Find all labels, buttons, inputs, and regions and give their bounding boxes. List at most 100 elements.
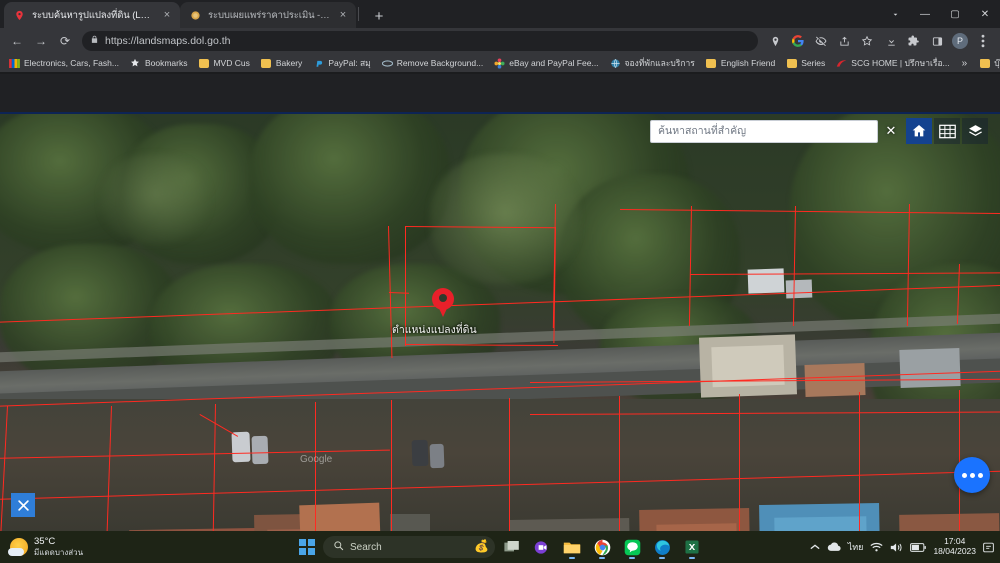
tab-title: ระบบเผยแพร่ราคาประเมิน - กรมธนารักษ์ [208,9,330,21]
omnibox-actions [764,30,878,52]
maximize-button[interactable]: ▢ [940,0,970,28]
bookmarks-overflow-button[interactable]: » [956,58,974,69]
bookmark-item[interactable]: Remove Background... [377,55,488,71]
bookmark-item[interactable]: SCG HOME | ปรึกษาเรื่อ... [831,55,954,71]
share-icon[interactable] [833,30,855,52]
bookmark-item[interactable]: eBay and PayPal Fee... [489,55,603,71]
other-bookmarks-folder[interactable]: บุ๊กมาร์กอื่นๆ [974,55,1000,71]
edge-icon[interactable] [649,535,675,559]
lock-icon [90,35,99,47]
location-pin-icon[interactable] [764,30,786,52]
battery-icon[interactable] [910,542,927,552]
eye-off-icon[interactable] [810,30,832,52]
ime-language-indicator[interactable]: ไทย [848,540,864,554]
bookmark-item[interactable]: จองที่พักและบริการ [605,55,700,71]
bookmark-item[interactable]: Bakery [256,55,307,71]
browser-toolbar: ← → ⟳ https://landsmaps.dol.go.th P [0,28,1000,54]
google-icon[interactable] [787,30,809,52]
bookmark-star-icon[interactable] [856,30,878,52]
notification-icon[interactable] [983,542,994,553]
three-dot-menu-icon[interactable] [972,30,994,52]
more-options-fab[interactable] [954,457,990,493]
show-hidden-icons-chevron-icon[interactable] [810,543,820,551]
map-canvas[interactable]: ตำแหน่งแปลงที่ดิน Google ✕ [0,114,1000,531]
land-parcel-marker[interactable] [432,288,454,318]
close-window-button[interactable]: ✕ [970,0,1000,28]
tab-strip: ระบบค้นหารูปแปลงที่ดิน (LandsMaps) × ระบ… [0,0,1000,28]
system-tray: ไทย 17:04 18/04/2023 [810,536,994,557]
map-search-clear-icon[interactable]: ✕ [878,120,904,143]
bookmark-item[interactable]: Bookmarks [125,55,193,71]
marker-label: ตำแหน่งแปลงที่ดิน [392,324,477,336]
tab-close-icon[interactable]: × [160,8,174,22]
forward-icon[interactable]: → [30,30,52,52]
folder-icon [198,58,209,69]
extensions-icon[interactable] [903,30,925,52]
measure-tool-button[interactable] [11,493,35,517]
browser-chrome: ระบบค้นหารูปแปลงที่ดิน (LandsMaps) × ระบ… [0,0,1000,112]
taskbar-center: Search 💰 [295,535,705,559]
clock-date: 18/04/2023 [933,546,976,556]
wifi-icon[interactable] [870,542,884,552]
browser-menu-chevron-icon[interactable] [880,0,910,28]
taskbar-clock[interactable]: 17:04 18/04/2023 [933,536,976,557]
globe-icon [610,58,621,69]
windows-start-icon[interactable] [295,535,319,559]
bookmark-label: SCG HOME | ปรึกษาเรื่อ... [851,58,950,68]
task-view-icon[interactable] [499,535,525,559]
bookmark-item[interactable]: PayPal: สมุ [308,55,375,71]
line-icon[interactable] [619,535,645,559]
volume-icon[interactable] [890,542,903,553]
browser-tab-2[interactable]: ระบบเผยแพร่ราคาประเมิน - กรมธนารักษ์ × [180,2,356,28]
map-pin-icon [13,9,26,22]
download-icon[interactable] [880,30,902,52]
more-options-icon [969,472,975,478]
money-sticker-icon: 💰 [474,539,489,553]
bookmark-label: Remove Background... [396,58,484,68]
browser-tab-1[interactable]: ระบบค้นหารูปแปลงที่ดิน (LandsMaps) × [4,2,180,28]
tab-separator [358,7,359,21]
coin-icon [189,9,202,22]
chrome-icon[interactable] [589,535,615,559]
home-icon[interactable] [906,118,932,144]
excel-icon[interactable] [679,535,705,559]
tab-title: ระบบค้นหารูปแปลงที่ดิน (LandsMaps) [32,9,154,21]
taskbar-search-placeholder: Search [350,541,382,553]
flower-icon [494,57,505,69]
weather-temperature: 35°C [34,535,56,547]
bookmark-item[interactable]: English Friend [701,55,780,71]
address-bar-url: https://landsmaps.dol.go.th [105,35,231,47]
minimize-button[interactable]: — [910,0,940,28]
back-icon[interactable]: ← [6,30,28,52]
profile-avatar[interactable]: P [949,30,971,52]
bookmark-item[interactable]: Electronics, Cars, Fash... [4,55,124,71]
address-bar[interactable]: https://landsmaps.dol.go.th [82,31,758,51]
reload-icon[interactable]: ⟳ [54,30,76,52]
cloud-icon[interactable] [827,542,841,552]
toolbar-actions: P [880,30,994,52]
screen: ระบบค้นหารูปแปลงที่ดิน (LandsMaps) × ระบ… [0,0,1000,563]
chrome-divider [0,72,1000,74]
bookmark-item[interactable]: Series [781,55,830,71]
meet-camera-icon[interactable] [529,535,555,559]
star-icon [130,58,141,69]
bookmark-item[interactable]: MVD Cus [193,55,254,71]
grid-icon[interactable] [934,118,960,144]
map-search-input[interactable] [650,119,878,143]
more-options-icon [961,472,967,478]
paypal-icon [313,58,324,69]
tab-close-icon[interactable]: × [336,8,350,22]
window-controls: — ▢ ✕ [880,0,1000,28]
folder-icon [786,58,797,69]
new-tab-button[interactable]: + [366,4,392,28]
bookmark-label: PayPal: สมุ [328,58,371,68]
taskbar-search[interactable]: Search 💰 [323,536,495,558]
layers-icon[interactable] [962,118,988,144]
side-panel-icon[interactable] [926,30,948,52]
file-explorer-icon[interactable] [559,535,585,559]
bookmark-label: eBay and PayPal Fee... [509,58,599,68]
profile-initial: P [952,33,968,49]
other-bookmarks-label: บุ๊กมาร์กอื่นๆ [994,58,1000,68]
bookmark-label: MVD Cus [213,58,250,68]
weather-widget[interactable]: 35°C มีแดดบางส่วน [0,535,200,557]
